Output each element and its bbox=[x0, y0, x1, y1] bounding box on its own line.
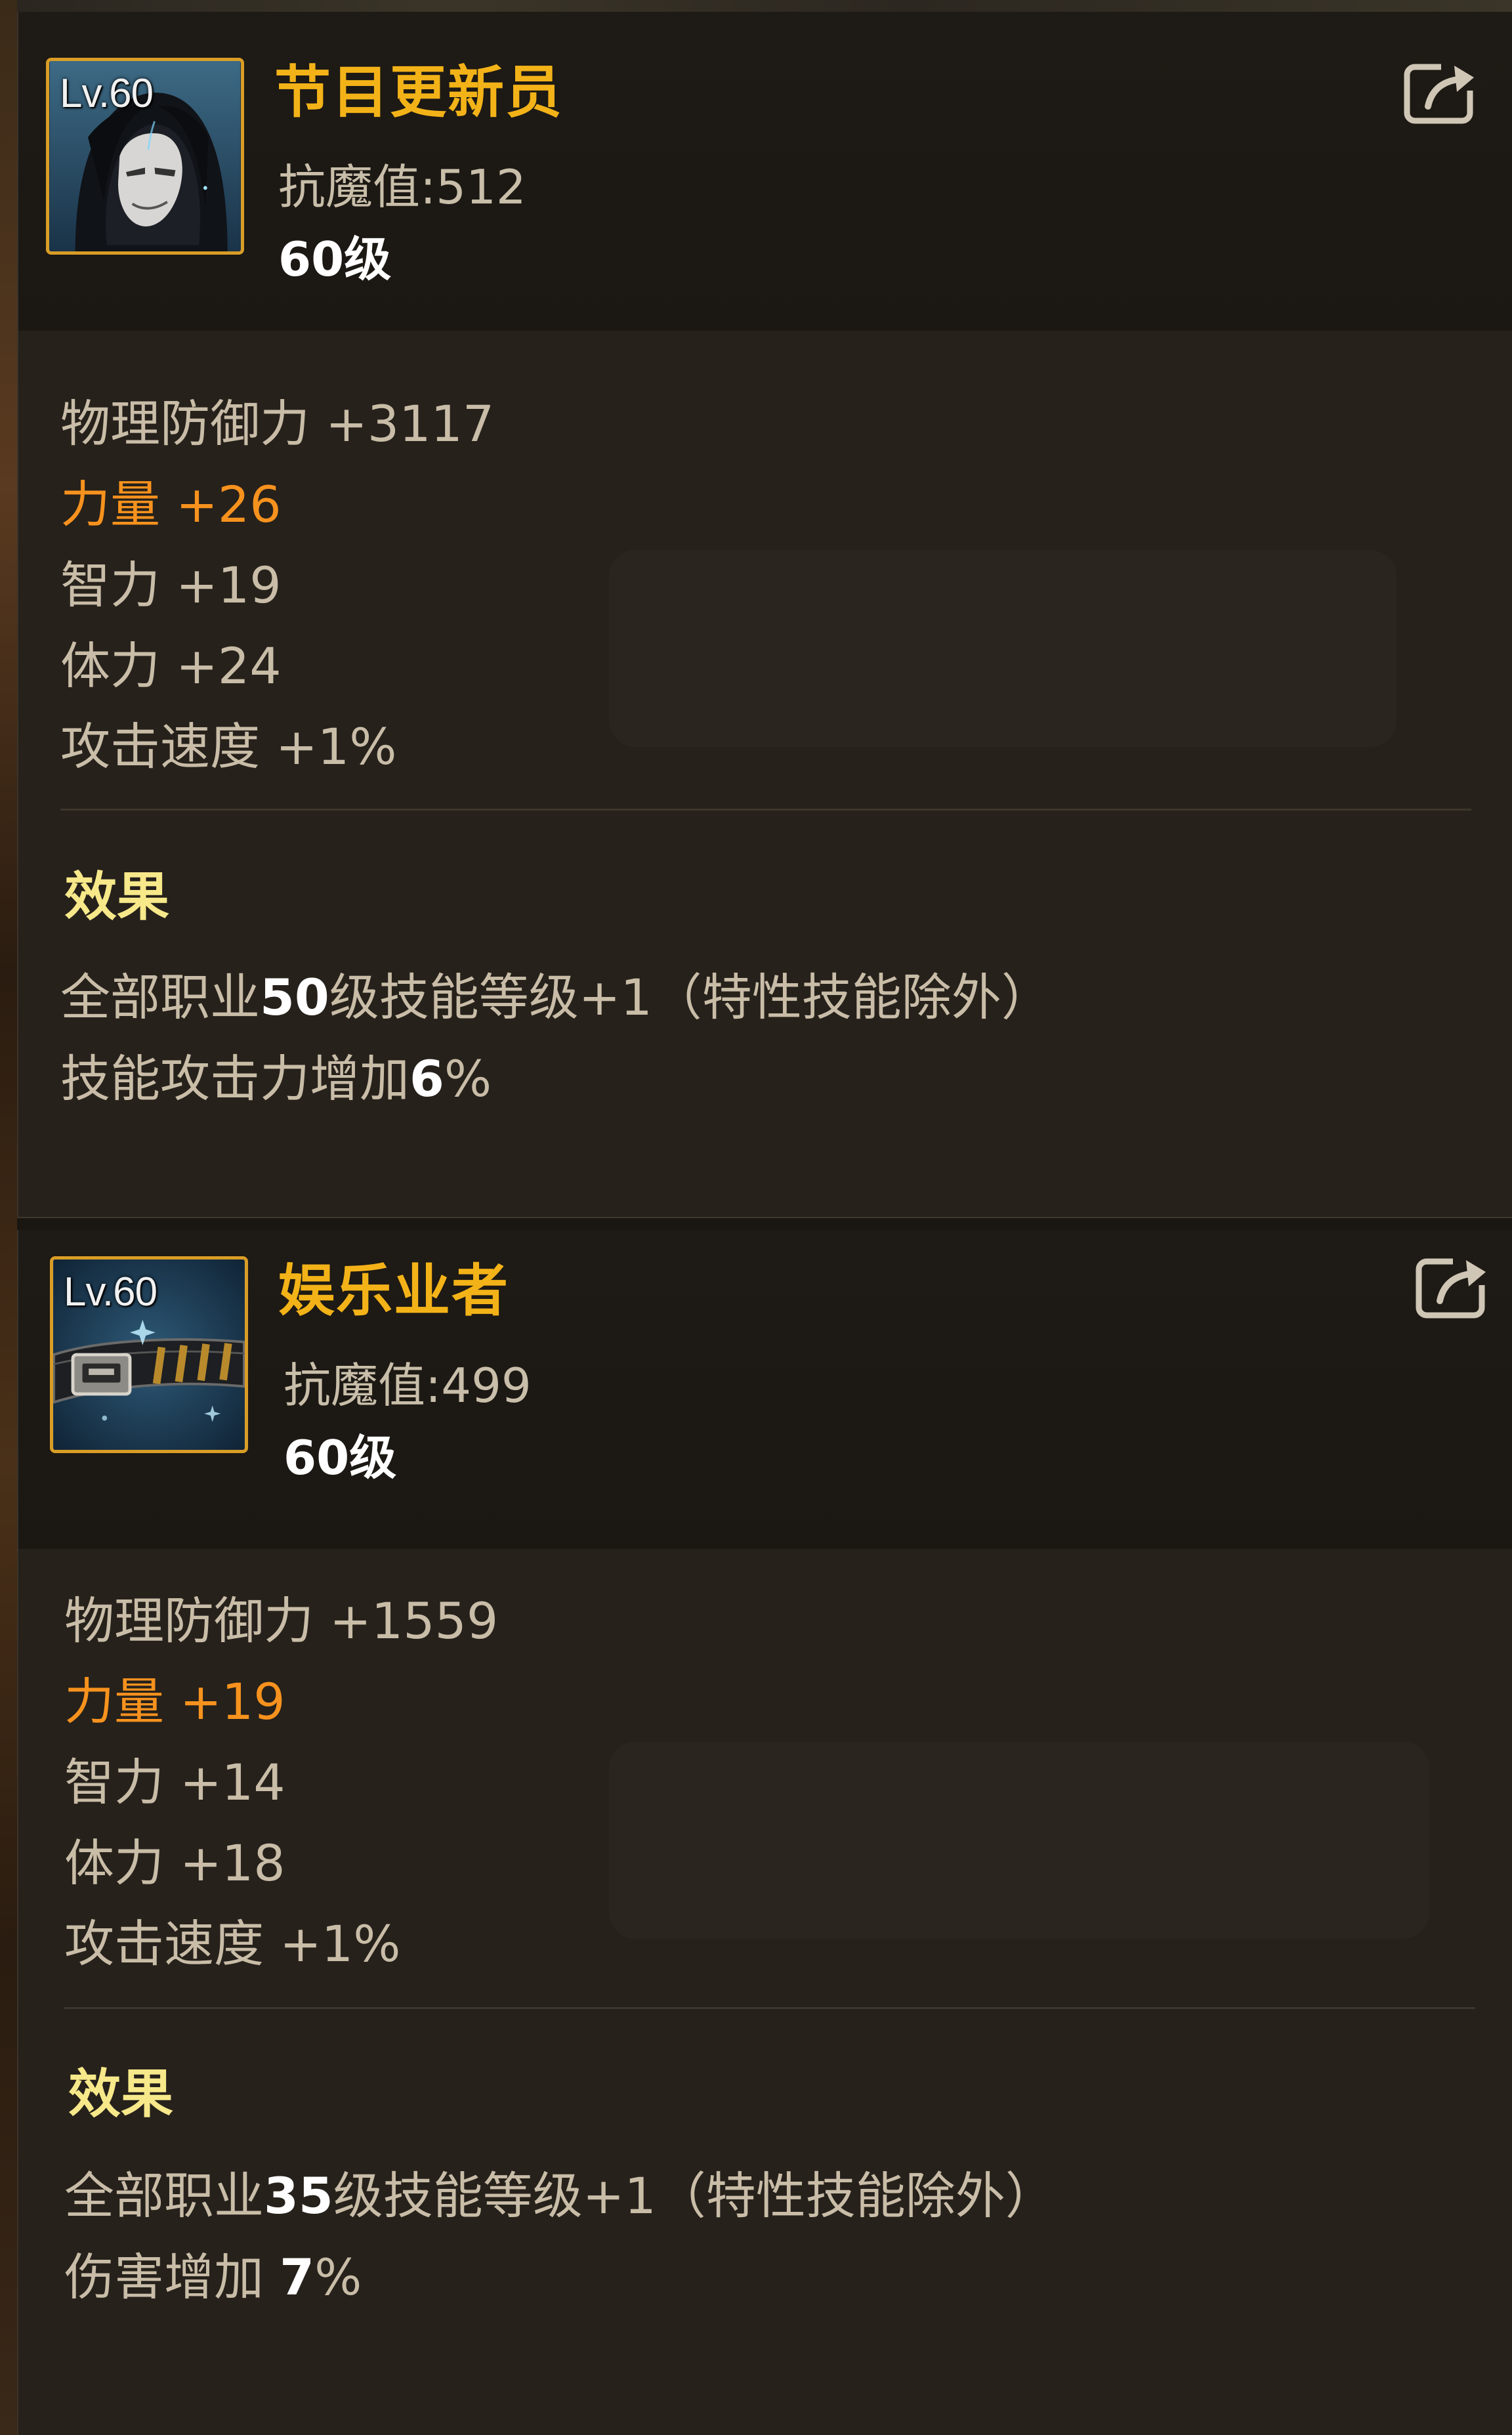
item-name: 娱乐业者 bbox=[278, 1258, 509, 1324]
stat-list: 物理防御力 +3117 力量 +26 智力 +19 体力 +24 攻击速度 +1… bbox=[60, 383, 494, 787]
card-separator bbox=[17, 1217, 1512, 1231]
magic-resist-value: 抗魔值:499 bbox=[284, 1358, 532, 1413]
stat-attack-speed: 攻击速度 +1% bbox=[60, 717, 397, 776]
background-texture bbox=[609, 1742, 1429, 1939]
item-card-header: Lv.60 bbox=[18, 1230, 1512, 1549]
stat-list: 物理防御力 +1559 力量 +19 智力 +14 体力 +18 攻击速度 +1… bbox=[64, 1580, 498, 1984]
effect-text: % bbox=[314, 2248, 362, 2306]
effect-line-skill-level: 全部职业50级技能等级+1（特性技能除外） bbox=[60, 957, 1051, 1038]
effect-text: 伤害增加 bbox=[64, 2248, 280, 2306]
background-texture bbox=[609, 550, 1396, 747]
effect-number: 50 bbox=[260, 968, 329, 1027]
level-requirement: 60级 bbox=[278, 232, 392, 287]
top-strip bbox=[0, 0, 1512, 12]
share-export-icon[interactable] bbox=[1415, 1252, 1494, 1321]
effect-number: 6 bbox=[410, 1049, 444, 1108]
effect-number: 7 bbox=[280, 2248, 315, 2306]
effect-line-damage: 伤害增加 7% bbox=[64, 2237, 1055, 2318]
level-badge: Lv.60 bbox=[64, 1269, 158, 1315]
stat-intelligence: 智力 +14 bbox=[64, 1753, 285, 1811]
stat-intelligence: 智力 +19 bbox=[60, 556, 282, 614]
stat-strength: 力量 +19 bbox=[64, 1672, 285, 1731]
effect-text: 级技能等级+1（特性技能除外） bbox=[333, 2167, 1055, 2225]
item-card-2: Lv.60 娱乐业者 抗魔值:499 60级 物理防御力 +1559 力量 +1… bbox=[17, 1230, 1512, 2435]
item-icon-frame[interactable]: Lv.60 bbox=[46, 58, 244, 255]
effect-line-skill-attack: 技能攻击力增加6% bbox=[60, 1038, 1051, 1120]
left-edge-background bbox=[0, 0, 17, 2435]
effect-line-skill-level: 全部职业35级技能等级+1（特性技能除外） bbox=[64, 2155, 1055, 2237]
stat-physical-defense: 物理防御力 +3117 bbox=[60, 394, 495, 453]
effect-number: 35 bbox=[264, 2167, 333, 2225]
effect-text: 级技能等级+1（特性技能除外） bbox=[329, 968, 1051, 1027]
share-export-icon[interactable] bbox=[1403, 58, 1482, 126]
level-badge: Lv.60 bbox=[60, 71, 154, 116]
effect-text: 技能攻击力增加 bbox=[60, 1049, 410, 1108]
stat-vitality: 体力 +18 bbox=[64, 1834, 285, 1892]
item-card-header: Lv.60 bbox=[18, 12, 1512, 331]
stat-strength: 力量 +26 bbox=[60, 475, 282, 534]
effect-text: % bbox=[444, 1049, 492, 1108]
effect-list: 全部职业50级技能等级+1（特性技能除外） 技能攻击力增加6% bbox=[60, 957, 1051, 1120]
item-name: 节目更新员 bbox=[274, 60, 563, 125]
magic-resist-value: 抗魔值:512 bbox=[278, 159, 526, 215]
effect-list: 全部职业35级技能等级+1（特性技能除外） 伤害增加 7% bbox=[64, 2155, 1055, 2318]
section-divider bbox=[64, 2007, 1475, 2009]
stat-attack-speed: 攻击速度 +1% bbox=[64, 1915, 401, 1973]
effect-text: 全部职业 bbox=[64, 2167, 264, 2225]
level-requirement: 60级 bbox=[284, 1430, 397, 1485]
item-icon-frame[interactable]: Lv.60 bbox=[50, 1256, 248, 1453]
effect-title: 效果 bbox=[68, 2064, 173, 2125]
item-card-1: Lv.60 节目更新员 抗魔值:512 60级 物理防御力 +3117 力量 +… bbox=[17, 12, 1512, 1217]
section-divider bbox=[60, 809, 1471, 811]
effect-text: 全部职业 bbox=[60, 968, 260, 1027]
effect-title: 效果 bbox=[64, 866, 169, 927]
stat-vitality: 体力 +24 bbox=[60, 637, 282, 695]
stat-physical-defense: 物理防御力 +1559 bbox=[64, 1592, 499, 1650]
item-tooltip-screen: Lv.60 节目更新员 抗魔值:512 60级 物理防御力 +3117 力量 +… bbox=[0, 0, 1512, 2435]
